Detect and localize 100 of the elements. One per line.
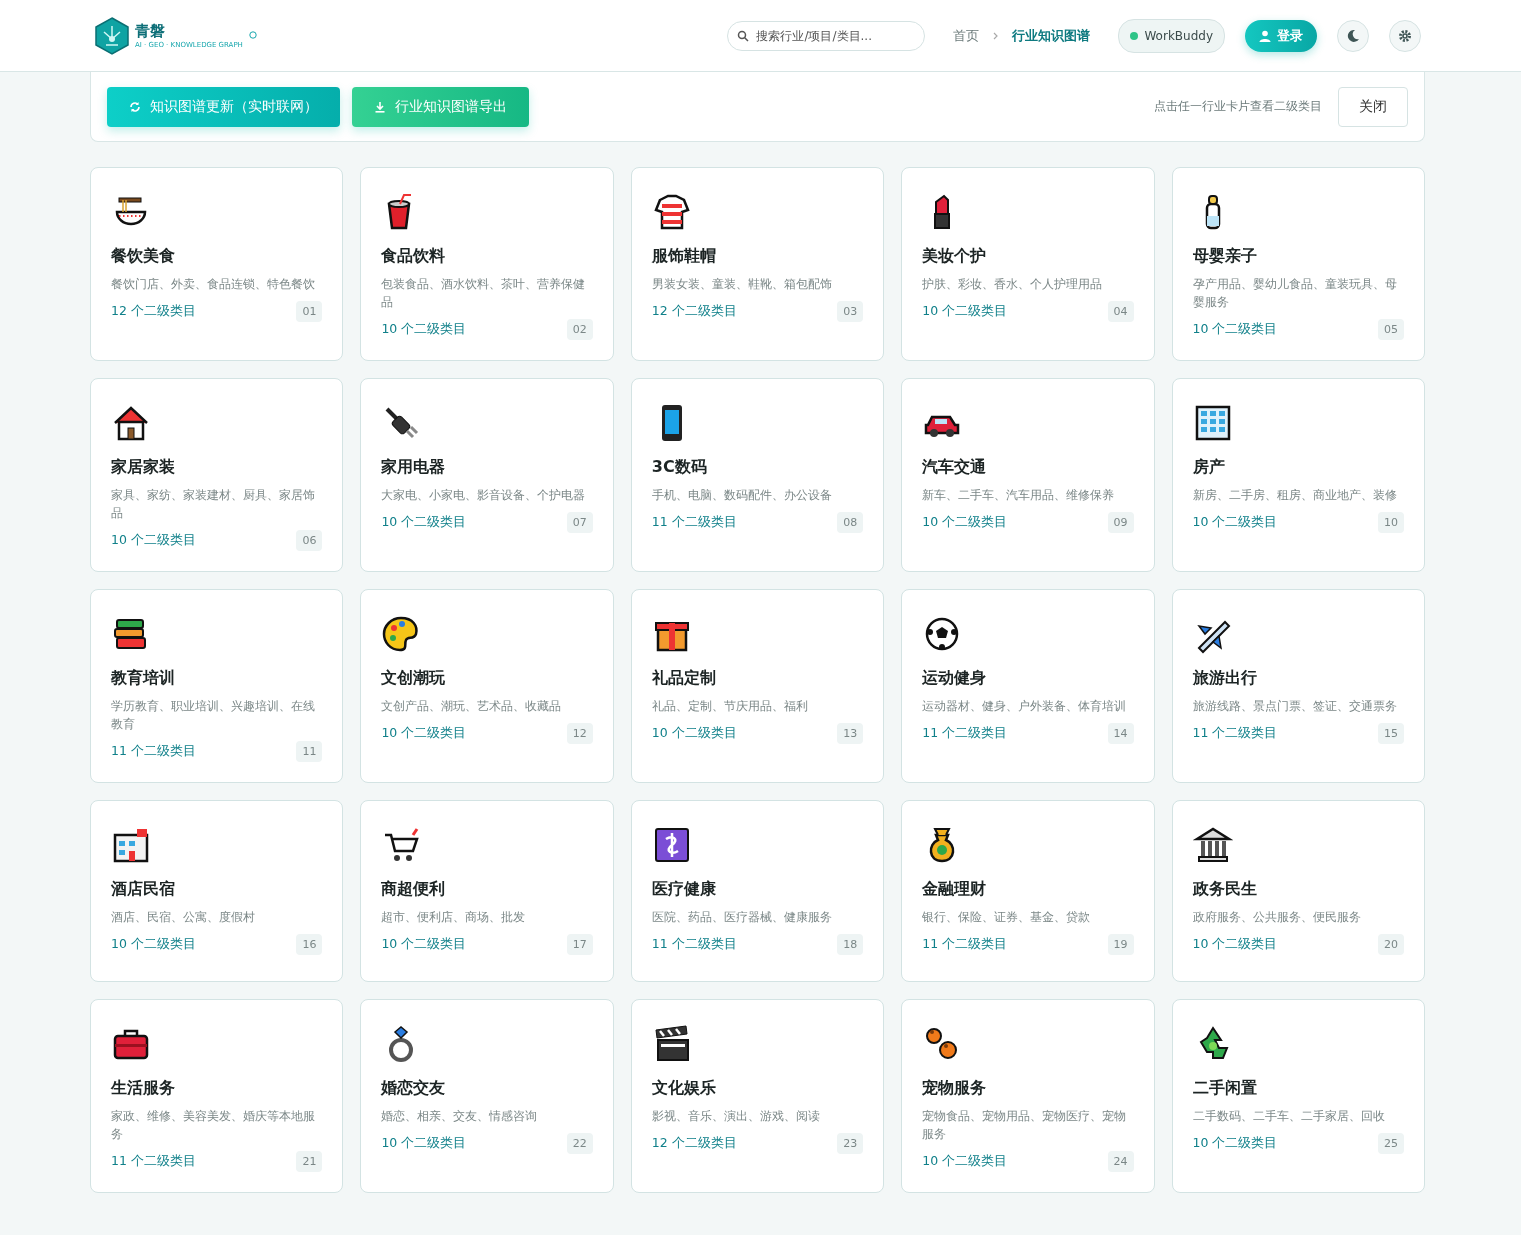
card-title: 房产 [1192,457,1226,478]
subcategory-count: 10 个二级类目 [111,936,196,953]
industry-card[interactable]: 汽车交通 新车、二手车、汽车用品、维修保养 10 个二级类目 09 [901,378,1155,572]
subcategory-count: 10 个二级类目 [381,321,467,338]
card-description: 旅游线路、景点门票、签证、交通票务 [1192,698,1398,715]
card-title: 旅游出行 [1192,668,1258,689]
card-number: 18 [837,934,864,955]
breadcrumb-link[interactable]: 行业知识图谱 [1012,26,1091,45]
industry-card[interactable]: 婚恋交友 婚恋、相亲、交友、情感咨询 10 个二级类目 22 [360,999,614,1193]
card-number: 21 [296,1151,323,1172]
industry-card[interactable]: 商超便利 超市、便利店、商场、批发 10 个二级类目 17 [360,800,614,982]
industry-card[interactable]: 生活服务 家政、维修、美容美发、婚庆等本地服务 11 个二级类目 21 [90,999,344,1193]
industry-card[interactable]: 食品饮料 包装食品、酒水饮料、茶叶、营养保健品 10 个二级类目 02 [360,167,614,361]
card-description: 宠物食品、宠物用品、宠物医疗、宠物服务 [922,1108,1128,1143]
industry-card[interactable]: 母婴亲子 孕产用品、婴幼儿食品、童装玩具、母婴服务 10 个二级类目 05 [1171,167,1425,361]
card-number: 02 [566,319,593,340]
card-number: 13 [837,723,864,744]
card-description: 大家电、小家电、影音设备、个护电器 [381,487,587,504]
subcategory-count: 10 个二级类目 [1192,321,1278,338]
settings-button[interactable] [1389,19,1421,52]
subcategory-count: 12 个二级类目 [651,1135,737,1152]
shirt-icon [651,192,692,232]
card-number: 15 [1378,723,1404,744]
theme-toggle-button[interactable] [1337,19,1369,52]
industry-card[interactable]: 医疗健康 医院、药品、医疗器械、健康服务 11 个二级类目 18 [630,800,885,982]
industry-card[interactable]: 运动健身 运动器材、健身、户外装备、体育培训 11 个二级类目 14 [901,589,1155,783]
card-number: 19 [1107,934,1134,955]
search-field[interactable]: 搜索行业/项目/类目... [727,20,926,51]
subcategory-count: 10 个二级类目 [381,514,467,531]
card-description: 餐饮门店、外卖、食品连锁、特色餐饮 [111,276,316,293]
download-icon [374,100,386,113]
industry-card[interactable]: 宠物服务 宠物食品、宠物用品、宠物医疗、宠物服务 10 个二级类目 24 [901,999,1155,1193]
industry-card[interactable]: 美妆个护 护肤、彩妆、香水、个人护理用品 10 个二级类目 04 [901,167,1155,361]
subcategory-count: 10 个二级类目 [922,303,1008,320]
card-title: 教育培训 [111,668,176,689]
card-number: 09 [1107,512,1134,533]
industry-card[interactable]: 文化娱乐 影视、音乐、演出、游戏、阅读 12 个二级类目 23 [630,999,885,1193]
card-description: 包装食品、酒水饮料、茶叶、营养保健品 [381,276,587,311]
status-pill[interactable]: WorkBuddy [1118,18,1225,53]
industry-card[interactable]: 教育培训 学历教育、职业培训、兴趣培训、在线教育 11 个二级类目 11 [90,589,344,783]
close-button[interactable]: 关闭 [1338,86,1408,127]
card-title: 生活服务 [111,1078,176,1099]
card-description: 手机、电脑、数码配件、办公设备 [651,487,833,504]
breadcrumb-link[interactable]: 首页 [953,26,980,45]
card-title: 运动健身 [922,668,988,689]
card-title: 礼品定制 [651,668,717,689]
card-title: 文化娱乐 [651,1078,717,1099]
industry-card[interactable]: 政务民生 政府服务、公共服务、便民服务 10 个二级类目 20 [1171,800,1425,982]
card-description: 护肤、彩妆、香水、个人护理用品 [922,276,1104,293]
industry-card[interactable]: 酒店民宿 酒店、民宿、公寓、度假村 10 个二级类目 16 [90,800,344,982]
subcategory-count: 12 个二级类目 [651,303,737,320]
industry-card[interactable]: 礼品定制 礼品、定制、节庆用品、福利 10 个二级类目 13 [630,589,885,783]
subcategory-count: 10 个二级类目 [922,514,1008,531]
card-number: 08 [837,512,864,533]
card-description: 学历教育、职业培训、兴趣培训、在线教育 [111,698,316,733]
industry-card[interactable]: 二手闲置 二手数码、二手车、二手家居、回收 10 个二级类目 25 [1171,999,1425,1193]
moon-icon [1346,28,1360,43]
subcategory-count: 10 个二级类目 [381,936,467,953]
subcategory-count: 11 个二级类目 [922,936,1008,953]
card-number: 06 [296,530,323,551]
industry-card[interactable]: 金融理财 银行、保险、证券、基金、贷款 11 个二级类目 19 [901,800,1155,982]
card-number: 10 [1378,512,1404,533]
card-number: 16 [296,934,323,955]
card-number: 07 [566,512,593,533]
industry-card[interactable]: 旅游出行 旅游线路、景点门票、签证、交通票务 11 个二级类目 15 [1171,589,1425,783]
card-number: 11 [296,741,323,762]
subcategory-count: 10 个二级类目 [111,532,196,549]
card-title: 医疗健康 [651,879,717,900]
industry-card[interactable]: 房产 新房、二手房、租房、商业地产、装修 10 个二级类目 10 [1171,378,1425,572]
card-title: 汽车交通 [922,457,988,478]
card-number: 05 [1378,319,1404,340]
industry-card[interactable]: 家用电器 大家电、小家电、影音设备、个护电器 10 个二级类目 07 [360,378,614,572]
search-icon [737,29,750,42]
card-title: 商超便利 [381,879,447,900]
card-title: 二手闲置 [1192,1078,1258,1099]
industry-card[interactable]: 3C数码 手机、电脑、数码配件、办公设备 11 个二级类目 08 [630,378,885,572]
industry-card[interactable]: 餐饮美食 餐饮门店、外卖、食品连锁、特色餐饮 12 个二级类目 01 [90,167,344,361]
card-description: 医院、药品、医疗器械、健康服务 [651,909,833,926]
industry-card[interactable]: 服饰鞋帽 男装女装、童装、鞋靴、箱包配饰 12 个二级类目 03 [630,167,885,361]
card-title: 宠物服务 [922,1078,988,1099]
card-title: 服饰鞋帽 [651,246,717,267]
card-description: 新车、二手车、汽车用品、维修保养 [922,487,1116,504]
card-title: 美妆个护 [922,246,988,267]
industry-card[interactable]: 文创潮玩 文创产品、潮玩、艺术品、收藏品 10 个二级类目 12 [360,589,614,783]
subcategory-count: 10 个二级类目 [381,725,467,742]
card-description: 家具、家纺、家装建材、厨具、家居饰品 [111,487,316,522]
card-description: 新房、二手房、租房、商业地产、装修 [1192,487,1398,504]
card-description: 政府服务、公共服务、便民服务 [1192,909,1362,926]
card-description: 酒店、民宿、公寓、度假村 [111,909,256,926]
card-number: 12 [566,723,593,744]
card-number: 25 [1378,1133,1404,1154]
industry-card[interactable]: 家居家装 家具、家纺、家装建材、厨具、家居饰品 10 个二级类目 06 [90,378,344,572]
card-title: 家用电器 [381,457,447,478]
card-number: 04 [1107,301,1134,322]
card-number: 01 [296,301,323,322]
subcategory-count: 10 个二级类目 [651,725,737,742]
subcategory-count: 11 个二级类目 [111,1153,196,1170]
subcategory-count: 11 个二级类目 [111,743,196,760]
refresh-icon [129,100,141,113]
chevron-icon [993,31,999,40]
